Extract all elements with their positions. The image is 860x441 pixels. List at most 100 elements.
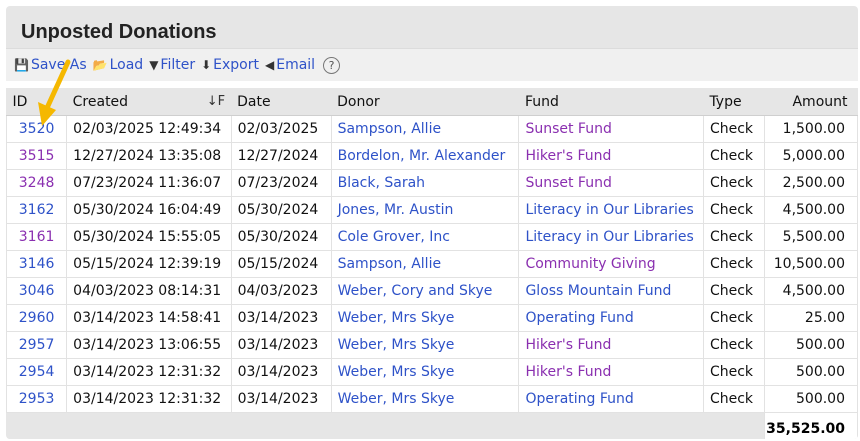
type-cell: Check xyxy=(702,331,766,359)
amount-cell: 2,500.00 xyxy=(764,169,858,197)
date-cell: 05/30/2024 xyxy=(230,196,332,224)
amount-cell: 4,500.00 xyxy=(764,196,858,224)
save-icon: 💾 xyxy=(14,58,29,72)
fund-link[interactable]: Community Giving xyxy=(518,250,704,278)
col-header-fund[interactable]: Fund xyxy=(518,88,704,116)
table-row: 3146 05/15/2024 12:39:19 05/15/2024 Samp… xyxy=(6,250,858,278)
donor-link[interactable]: Sampson, Allie xyxy=(330,250,520,278)
amount-cell: 10,500.00 xyxy=(764,250,858,278)
created-cell: 05/30/2024 15:55:05 xyxy=(66,223,232,251)
type-cell: Check xyxy=(702,250,766,278)
donor-link[interactable]: Cole Grover, Inc xyxy=(330,223,520,251)
type-cell: Check xyxy=(702,304,766,332)
donations-table: ID Created ↓F Date Donor Fund Type Amoun… xyxy=(6,88,858,439)
donor-link[interactable]: Black, Sarah xyxy=(330,169,520,197)
table-footer-row: 35,525.00 xyxy=(6,412,858,439)
donor-link[interactable]: Weber, Mrs Skye xyxy=(330,331,520,359)
page-title: Unposted Donations xyxy=(21,21,217,43)
amount-cell: 25.00 xyxy=(764,304,858,332)
total-amount: 35,525.00 xyxy=(764,412,858,439)
type-cell: Check xyxy=(702,358,766,386)
fund-link[interactable]: Operating Fund xyxy=(518,304,704,332)
type-cell: Check xyxy=(702,223,766,251)
email-button[interactable]: ◀ Email xyxy=(265,57,315,73)
amount-cell: 500.00 xyxy=(764,385,858,413)
donor-link[interactable]: Weber, Mrs Skye xyxy=(330,304,520,332)
fund-link[interactable]: Gloss Mountain Fund xyxy=(518,277,704,305)
table-row: 3162 05/30/2024 16:04:49 05/30/2024 Jone… xyxy=(6,196,858,224)
table-row: 2957 03/14/2023 13:06:55 03/14/2023 Webe… xyxy=(6,331,858,359)
filter-icon: ▼ xyxy=(149,58,159,72)
help-icon[interactable]: ? xyxy=(323,56,341,74)
export-button[interactable]: ⬇ Export xyxy=(201,57,259,73)
fund-link[interactable]: Hiker's Fund xyxy=(518,358,704,386)
donation-id-link[interactable]: 3161 xyxy=(6,223,68,251)
created-cell: 04/03/2023 08:14:31 xyxy=(66,277,232,305)
email-label: Email xyxy=(276,57,316,73)
sort-descending-icon[interactable]: ↓F xyxy=(207,94,225,109)
date-cell: 07/23/2024 xyxy=(230,169,332,197)
load-button[interactable]: 📂 Load xyxy=(93,57,144,73)
created-cell: 05/30/2024 16:04:49 xyxy=(66,196,232,224)
table-row: 3248 07/23/2024 11:36:07 07/23/2024 Blac… xyxy=(6,169,858,197)
fund-link[interactable]: Sunset Fund xyxy=(518,169,704,197)
donation-id-link[interactable]: 3248 xyxy=(6,169,68,197)
donor-link[interactable]: Weber, Cory and Skye xyxy=(330,277,520,305)
type-cell: Check xyxy=(702,115,766,143)
donor-link[interactable]: Sampson, Allie xyxy=(330,115,520,143)
col-header-date[interactable]: Date xyxy=(231,88,332,116)
fund-link[interactable]: Hiker's Fund xyxy=(518,331,704,359)
donation-id-link[interactable]: 3515 xyxy=(6,142,68,170)
table-row: 3520 02/03/2025 12:49:34 02/03/2025 Samp… xyxy=(6,115,858,143)
donation-id-link[interactable]: 2960 xyxy=(6,304,68,332)
donation-id-link[interactable]: 2954 xyxy=(6,358,68,386)
donor-link[interactable]: Weber, Mrs Skye xyxy=(330,358,520,386)
fund-link[interactable]: Literacy in Our Libraries xyxy=(518,196,704,224)
date-cell: 03/14/2023 xyxy=(230,385,332,413)
type-cell: Check xyxy=(702,169,766,197)
created-cell: 07/23/2024 11:36:07 xyxy=(66,169,232,197)
donor-link[interactable]: Bordelon, Mr. Alexander xyxy=(330,142,520,170)
col-header-created[interactable]: Created ↓F xyxy=(66,88,232,116)
amount-cell: 1,500.00 xyxy=(764,115,858,143)
donation-id-link[interactable]: 3046 xyxy=(6,277,68,305)
date-cell: 05/30/2024 xyxy=(230,223,332,251)
donation-id-link[interactable]: 2957 xyxy=(6,331,68,359)
report-panel: Unposted Donations 💾 Save As 📂 Load ▼ Fi… xyxy=(6,6,858,439)
date-cell: 03/14/2023 xyxy=(230,358,332,386)
donation-id-link[interactable]: 3146 xyxy=(6,250,68,278)
filter-button[interactable]: ▼ Filter xyxy=(149,57,195,73)
donation-id-link[interactable]: 2953 xyxy=(6,385,68,413)
fund-link[interactable]: Hiker's Fund xyxy=(518,142,704,170)
date-cell: 02/03/2025 xyxy=(230,115,332,143)
table-row: 3161 05/30/2024 15:55:05 05/30/2024 Cole… xyxy=(6,223,858,251)
table-row: 2960 03/14/2023 14:58:41 03/14/2023 Webe… xyxy=(6,304,858,332)
col-header-created-label: Created xyxy=(72,93,129,110)
send-icon: ◀ xyxy=(264,58,275,72)
created-cell: 02/03/2025 12:49:34 xyxy=(66,115,232,143)
table-row: 2954 03/14/2023 12:31:32 03/14/2023 Webe… xyxy=(6,358,858,386)
donor-link[interactable]: Jones, Mr. Austin xyxy=(330,196,520,224)
created-cell: 03/14/2023 13:06:55 xyxy=(66,331,232,359)
type-cell: Check xyxy=(702,277,766,305)
date-cell: 03/14/2023 xyxy=(230,331,332,359)
created-cell: 03/14/2023 14:58:41 xyxy=(66,304,232,332)
export-label: Export xyxy=(213,57,259,73)
col-header-donor[interactable]: Donor xyxy=(331,88,519,116)
date-cell: 12/27/2024 xyxy=(230,142,332,170)
amount-cell: 500.00 xyxy=(764,358,858,386)
amount-cell: 4,500.00 xyxy=(764,277,858,305)
fund-link[interactable]: Literacy in Our Libraries xyxy=(518,223,704,251)
type-cell: Check xyxy=(702,196,766,224)
table-row: 3046 04/03/2023 08:14:31 04/03/2023 Webe… xyxy=(6,277,858,305)
spacer xyxy=(6,81,858,88)
col-header-type[interactable]: Type xyxy=(703,88,765,116)
donation-id-link[interactable]: 3162 xyxy=(6,196,68,224)
col-header-amount[interactable]: Amount xyxy=(764,88,858,116)
load-label: Load xyxy=(109,57,144,73)
fund-link[interactable]: Sunset Fund xyxy=(518,115,704,143)
fund-link[interactable]: Operating Fund xyxy=(518,385,704,413)
created-cell: 03/14/2023 12:31:32 xyxy=(66,385,232,413)
donor-link[interactable]: Weber, Mrs Skye xyxy=(330,385,520,413)
folder-icon: 📂 xyxy=(92,58,108,72)
